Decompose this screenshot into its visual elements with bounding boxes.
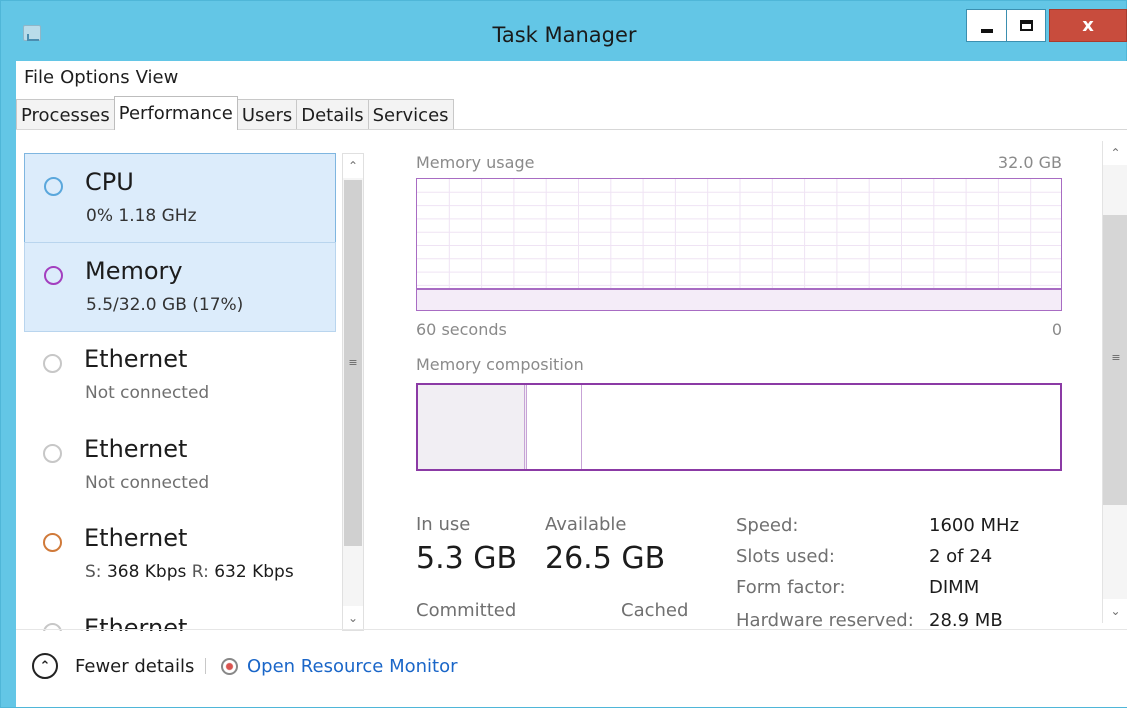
resource-list-scrollbar[interactable]: ⌃ ≡ ⌄ xyxy=(342,153,364,631)
spec-form-factor-label: Form factor: xyxy=(736,577,846,598)
resource-title: CPU xyxy=(85,168,134,196)
minimize-button[interactable] xyxy=(966,9,1006,42)
resource-title: Memory xyxy=(85,257,183,285)
chevron-up-icon[interactable]: ⌃ xyxy=(32,653,58,679)
scroll-up-icon[interactable]: ⌃ xyxy=(1103,141,1127,165)
spec-hw-reserved-value: 28.9 MB xyxy=(929,610,1003,631)
resource-title: Ethernet xyxy=(84,524,188,552)
resource-subtitle: Not connected xyxy=(85,473,210,493)
memory-composition-bar xyxy=(416,383,1062,471)
in-use-label: In use xyxy=(416,514,471,535)
resource-subtitle: 0% 1.18 GHz xyxy=(86,206,197,226)
resource-monitor-icon xyxy=(221,658,238,675)
minimize-icon xyxy=(980,28,993,33)
fewer-details-button[interactable]: Fewer details xyxy=(75,656,194,677)
close-button[interactable]: x xyxy=(1049,9,1127,42)
composition-modified-segment xyxy=(527,385,582,469)
footer-separator xyxy=(205,658,206,674)
spec-speed-value: 1600 MHz xyxy=(929,515,1020,536)
resource-item-memory[interactable]: Memory 5.5/32.0 GB (17%) xyxy=(24,242,336,332)
resource-subtitle: 5.5/32.0 GB (17%) xyxy=(86,295,244,315)
memory-usage-graph xyxy=(416,178,1062,311)
receive-value: 632 Kbps xyxy=(214,562,294,582)
graph-time-span: 60 seconds xyxy=(416,320,507,339)
ethernet-status-icon xyxy=(43,533,62,552)
spec-slots-label: Slots used: xyxy=(736,546,835,567)
tab-performance[interactable]: Performance xyxy=(113,96,238,130)
scroll-down-icon[interactable]: ⌄ xyxy=(1103,599,1127,623)
resource-item-cpu[interactable]: CPU 0% 1.18 GHz xyxy=(24,153,336,243)
resource-item-ethernet-4[interactable]: Ethernet xyxy=(24,600,336,631)
tab-users[interactable]: Users xyxy=(236,99,298,130)
tab-processes[interactable]: Processes xyxy=(16,99,115,130)
memory-usage-max: 32.0 GB xyxy=(997,153,1062,172)
task-manager-window: Task Manager x File Options View Process… xyxy=(0,0,1127,708)
memory-composition-label: Memory composition xyxy=(416,355,584,374)
ethernet-status-icon xyxy=(43,444,62,463)
details-scrollbar[interactable]: ⌃ ≡ ⌄ xyxy=(1102,141,1127,623)
open-resource-monitor-link[interactable]: Open Resource Monitor xyxy=(247,656,458,677)
scroll-up-icon[interactable]: ⌃ xyxy=(343,154,363,178)
tab-details[interactable]: Details xyxy=(296,99,369,130)
send-value: 368 Kbps xyxy=(106,562,187,582)
memory-status-icon xyxy=(44,266,63,285)
spec-form-factor-value: DIMM xyxy=(929,577,980,598)
cpu-status-icon xyxy=(44,177,63,196)
menu-view[interactable]: View xyxy=(136,67,179,88)
resource-subtitle: S: 368 Kbps R: 632 Kbps xyxy=(85,562,294,582)
resource-title: Ethernet xyxy=(84,435,188,463)
tab-services[interactable]: Services xyxy=(367,99,454,130)
receive-label: R: xyxy=(191,562,209,582)
window-title: Task Manager xyxy=(492,23,637,47)
grip-icon: ≡ xyxy=(1111,351,1121,364)
resource-item-ethernet-1[interactable]: Ethernet Not connected xyxy=(24,331,336,421)
scroll-down-icon[interactable]: ⌄ xyxy=(343,606,363,630)
menu-file[interactable]: File xyxy=(24,67,54,88)
available-value: 26.5 GB xyxy=(545,541,666,576)
footer-divider xyxy=(16,629,1127,630)
resource-subtitle: Not connected xyxy=(85,383,210,403)
title-bar[interactable]: Task Manager x xyxy=(1,1,1127,61)
close-icon: x xyxy=(1082,15,1094,36)
maximize-button[interactable] xyxy=(1006,9,1046,42)
grip-icon: ≡ xyxy=(348,356,358,369)
client-area: File Options View Processes Performance … xyxy=(16,61,1127,707)
in-use-value: 5.3 GB xyxy=(416,541,518,576)
tab-strip: Processes Performance Users Details Serv… xyxy=(16,96,454,130)
resource-item-ethernet-2[interactable]: Ethernet Not connected xyxy=(24,421,336,511)
spec-hw-reserved-label: Hardware reserved: xyxy=(736,610,914,631)
resource-item-ethernet-3[interactable]: Ethernet S: 368 Kbps R: 632 Kbps xyxy=(24,510,336,600)
resource-title: Ethernet xyxy=(84,345,188,373)
spec-speed-label: Speed: xyxy=(736,515,799,536)
cached-label: Cached xyxy=(621,600,689,621)
memory-usage-fill xyxy=(417,287,1061,310)
maximize-icon xyxy=(1019,20,1033,31)
ethernet-status-icon xyxy=(43,354,62,373)
resource-list: CPU 0% 1.18 GHz Memory 5.5/32.0 GB (17%)… xyxy=(24,153,336,631)
send-label: S: xyxy=(85,562,102,582)
spec-slots-value: 2 of 24 xyxy=(929,546,993,567)
menu-options[interactable]: Options xyxy=(60,67,129,88)
committed-label: Committed xyxy=(416,600,517,621)
graph-axis-zero: 0 xyxy=(1051,320,1062,339)
menu-bar: File Options View xyxy=(16,61,1127,93)
composition-in-use-segment xyxy=(418,385,528,469)
memory-usage-label: Memory usage xyxy=(416,153,535,172)
available-label: Available xyxy=(545,514,627,535)
